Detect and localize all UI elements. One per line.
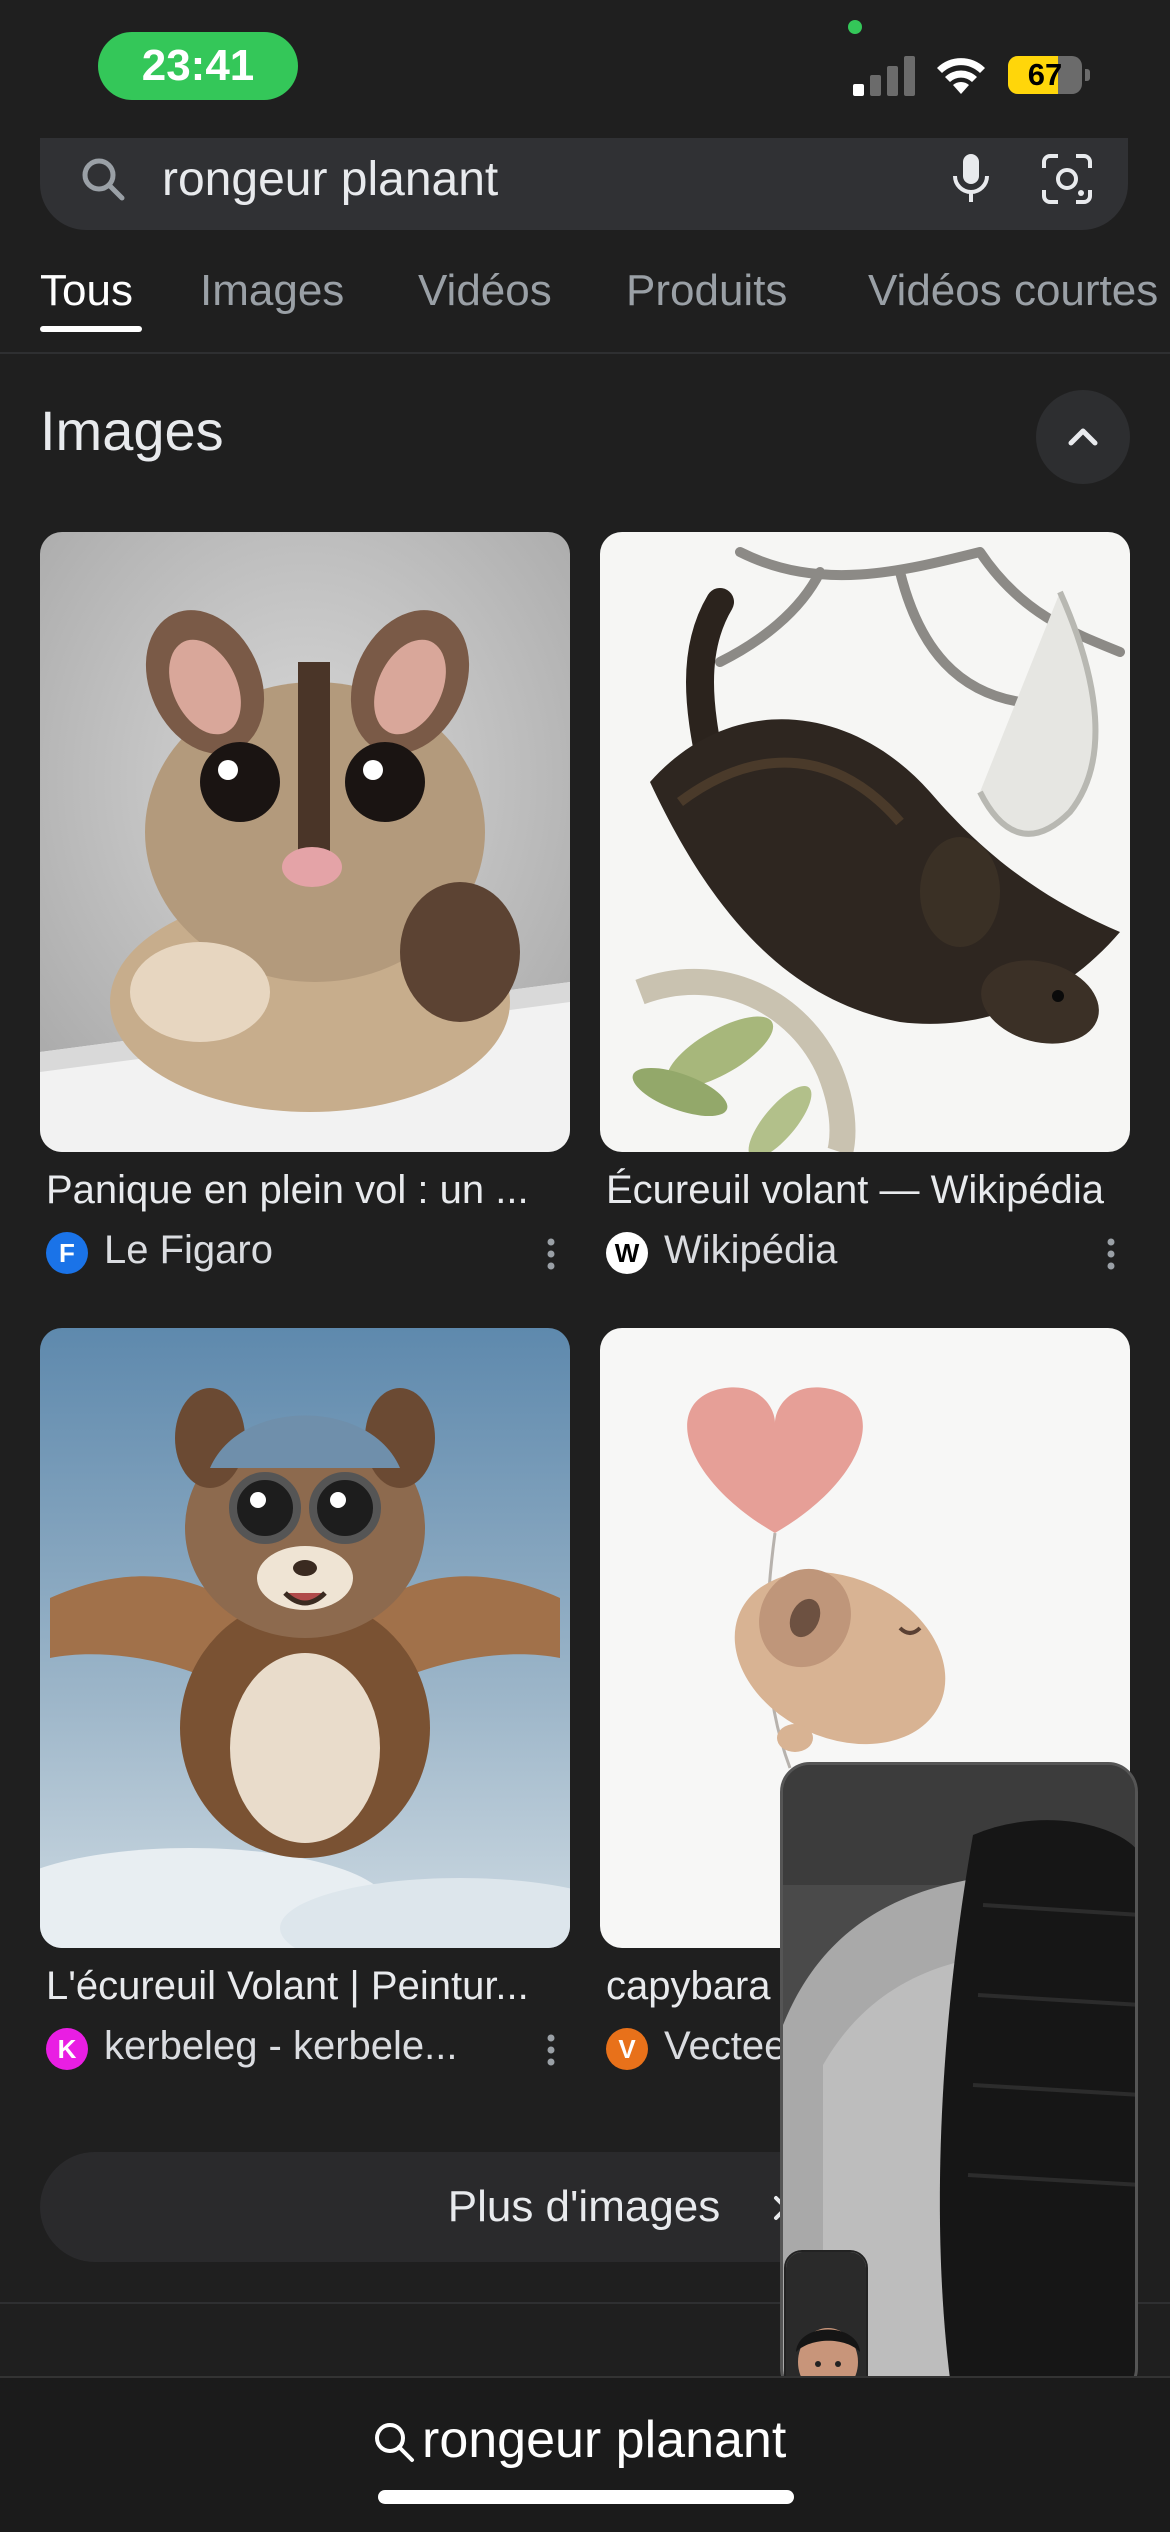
- more-options-icon[interactable]: [536, 2030, 566, 2070]
- battery-level: 67: [1027, 57, 1063, 92]
- google-lens-icon[interactable]: [1036, 148, 1098, 210]
- search-tabs: Tous Images Vidéos Produits Vidéos court…: [0, 252, 1170, 352]
- tab-videos-courtes[interactable]: Vidéos courtes: [868, 266, 1158, 316]
- source-name: Le Figaro: [104, 1228, 273, 1272]
- image-thumbnail[interactable]: [40, 1328, 570, 1948]
- home-indicator[interactable]: [378, 2490, 794, 2504]
- battery-icon: 67: [1008, 56, 1090, 94]
- image-result-title[interactable]: Panique en plein vol : un ...: [46, 1168, 566, 1213]
- status-bar: 23:41 67: [0, 0, 1170, 140]
- search-icon: [375, 2423, 414, 2462]
- site-favicon-icon: W: [606, 1232, 648, 1274]
- tab-produits[interactable]: Produits: [626, 266, 787, 316]
- camera-in-use-indicator: [848, 20, 862, 34]
- divider: [0, 352, 1170, 354]
- source-name: Vectee: [664, 2024, 787, 2068]
- search-icon: [82, 158, 125, 201]
- chevron-up-icon: [1068, 428, 1098, 446]
- collapse-button[interactable]: [1036, 390, 1130, 484]
- wifi-icon: [937, 58, 985, 94]
- source-name: Wikipédia: [664, 1228, 838, 1272]
- site-favicon-icon: F: [46, 1232, 88, 1274]
- bottom-search-bar[interactable]: rongeur planant: [0, 2376, 1170, 2532]
- more-options-icon[interactable]: [536, 1234, 566, 1274]
- bottom-search-query[interactable]: rongeur planant: [422, 2410, 786, 2470]
- tab-tous[interactable]: Tous: [40, 266, 133, 316]
- search-input[interactable]: rongeur planant: [162, 148, 498, 212]
- site-favicon-icon: K: [46, 2028, 88, 2070]
- more-options-icon[interactable]: [1096, 1234, 1126, 1274]
- image-result-source[interactable]: W Wikipédia: [606, 1228, 1126, 1276]
- self-view-thumbnail[interactable]: [784, 2250, 868, 2396]
- clock: 23:41: [141, 41, 255, 90]
- source-name: kerbeleg - kerbele...: [104, 2024, 458, 2068]
- section-title: Images: [40, 399, 224, 462]
- active-tab-indicator: [40, 326, 142, 332]
- time-pill[interactable]: 23:41: [98, 32, 298, 100]
- tab-videos[interactable]: Vidéos: [418, 266, 552, 316]
- image-result-title[interactable]: Écureuil volant — Wikipédia: [606, 1168, 1126, 1213]
- image-thumbnail[interactable]: [600, 532, 1130, 1152]
- image-result-source[interactable]: F Le Figaro: [46, 1228, 566, 1276]
- image-result-source[interactable]: K kerbeleg - kerbele...: [46, 2024, 566, 2072]
- image-thumbnail[interactable]: [40, 532, 570, 1152]
- microphone-icon[interactable]: [940, 148, 1002, 210]
- tab-images[interactable]: Images: [200, 266, 344, 316]
- image-result-title[interactable]: L'écureuil Volant | Peintur...: [46, 1964, 566, 2009]
- site-favicon-icon: V: [606, 2028, 648, 2070]
- search-bar[interactable]: rongeur planant: [40, 138, 1128, 230]
- cellular-signal-icon: [853, 56, 915, 96]
